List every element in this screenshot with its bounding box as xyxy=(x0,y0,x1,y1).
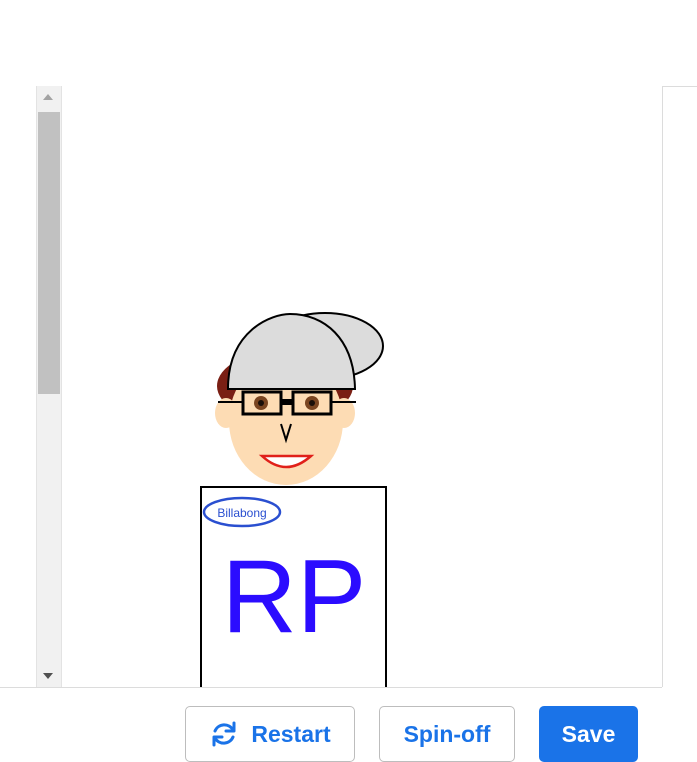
editor-scrollbar[interactable] xyxy=(36,86,62,687)
restart-label: Restart xyxy=(251,720,331,747)
restart-icon xyxy=(209,719,239,749)
save-label: Save xyxy=(561,720,616,747)
shirt-logo-text: Billabong xyxy=(217,506,266,520)
character-drawing: Billabong RP xyxy=(200,312,387,687)
right-pupil xyxy=(309,400,315,406)
top-area xyxy=(0,0,697,87)
code-editor-panel[interactable] xyxy=(0,86,36,687)
spin-off-label: Spin-off xyxy=(403,720,491,747)
restart-button[interactable]: Restart xyxy=(185,706,355,762)
glasses-bridge xyxy=(281,399,293,405)
scroll-up-arrow-icon[interactable] xyxy=(43,94,53,100)
spin-off-button[interactable]: Spin-off xyxy=(379,706,515,762)
save-button[interactable]: Save xyxy=(539,706,638,762)
shirt-text: RP xyxy=(222,539,366,655)
drawing-canvas: Billabong RP xyxy=(62,86,663,687)
scroll-thumb[interactable] xyxy=(38,112,60,394)
left-pupil xyxy=(258,400,264,406)
scroll-down-arrow-icon[interactable] xyxy=(43,673,53,679)
